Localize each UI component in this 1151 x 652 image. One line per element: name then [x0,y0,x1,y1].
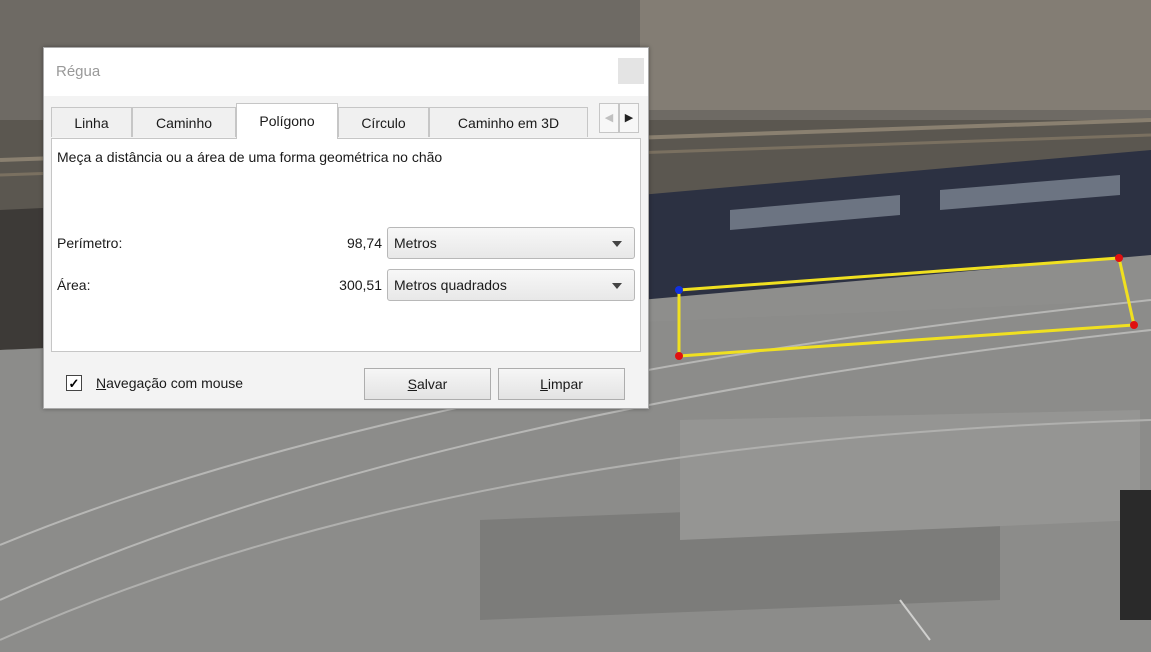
dropdown-arrow-icon [612,241,622,247]
close-button[interactable] [618,58,644,84]
perimeter-unit-select[interactable]: Metros [387,227,635,259]
dropdown-arrow-icon [612,283,622,289]
perimeter-value: 98,74 [346,235,382,251]
panel-description: Meça a distância ou a área de uma forma … [57,149,443,165]
tab-poligono[interactable]: Polígono [236,103,338,139]
area-unit: Metros quadrados [394,277,507,293]
polygon-vertex[interactable] [1115,254,1123,262]
dialog-titlebar[interactable]: Régua [44,48,648,96]
area-unit-select[interactable]: Metros quadrados [387,269,635,301]
area-value: 300,51 [339,277,382,293]
clear-button[interactable]: Limpar [498,368,625,400]
tab-bar: Linha Caminho Polígono Círculo Caminho e… [51,103,641,139]
dialog-title: Régua [56,63,101,80]
mouse-navigation-label[interactable]: Navegação com mouse [96,375,243,391]
tab-caminho[interactable]: Caminho [132,107,236,137]
checkmark-icon: ✓ [68,376,80,391]
area-label: Área: [57,277,91,293]
tab-caminho-3d[interactable]: Caminho em 3D [429,107,588,137]
polygon-vertex[interactable] [1130,321,1138,329]
polygon-vertex-start[interactable] [675,286,683,294]
polygon-vertex[interactable] [675,352,683,360]
tab-circulo[interactable]: Círculo [338,107,429,137]
tab-linha[interactable]: Linha [51,107,132,137]
ruler-dialog: Régua Linha Caminho Polígono Círculo Cam… [43,47,649,409]
perimeter-label: Perímetro: [57,235,123,251]
perimeter-unit: Metros [394,235,437,251]
mouse-navigation-checkbox[interactable]: ✓ [66,375,82,391]
save-button[interactable]: Salvar [364,368,491,400]
tab-scroll-right-icon[interactable]: ▶ [619,103,639,133]
tab-scroll-left-icon[interactable]: ◀ [599,103,619,133]
polygon-panel: Meça a distância ou a área de uma forma … [51,138,641,352]
